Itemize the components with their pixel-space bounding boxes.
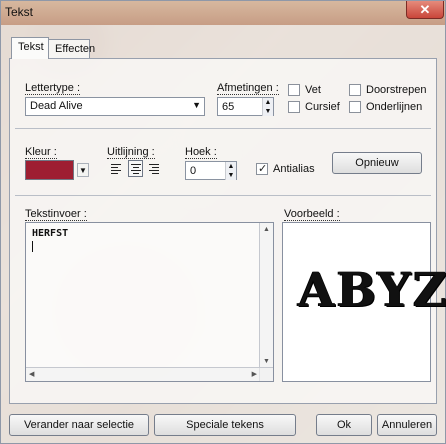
align-right-button[interactable] [147,160,162,177]
angle-value: 0 [190,165,197,177]
align-center-button[interactable] [128,160,143,177]
color-swatch[interactable] [25,160,74,180]
titlebar: Tekst ✕ [1,1,445,25]
tab-tekst[interactable]: Tekst [11,37,49,59]
scroll-left-icon[interactable]: ◀ [29,370,34,378]
text-cursor [32,241,33,252]
strikethrough-label: Doorstrepen [366,84,427,96]
align-line-icon [111,163,121,165]
divider [15,128,431,129]
underline-checkbox[interactable] [349,101,361,113]
antialias-label: Antialias [273,163,315,175]
align-line-icon [133,172,139,174]
bold-label: Vet [305,84,321,96]
spin-up-icon[interactable]: ▲ [262,98,273,107]
align-line-icon [131,169,141,171]
special-characters-button[interactable]: Speciale tekens [154,414,296,436]
font-label: Lettertype : [25,82,81,95]
align-line-icon [111,166,118,168]
divider [15,195,431,196]
preview-box: ABYZ [282,222,446,382]
scroll-right-icon[interactable]: ▶ [252,370,257,378]
convert-to-selection-button[interactable]: Verander naar selectie [9,414,149,436]
size-value: 65 [222,101,235,113]
font-value: Dead Alive [30,100,83,112]
chevron-down-icon[interactable]: ▼ [192,100,201,110]
reset-button[interactable]: Opnieuw [332,152,422,174]
font-select[interactable]: Dead Alive ▼ [25,97,205,116]
align-line-icon [149,163,159,165]
preview-label: Voorbeeld : [284,208,340,221]
horizontal-scrollbar[interactable]: ◀ ▶ [26,367,273,381]
align-line-icon [133,166,139,168]
color-label: Kleur : [25,146,57,159]
angle-spinner[interactable]: 0 ▲ ▼ [185,161,237,180]
align-left-button[interactable] [109,160,124,177]
bold-checkbox[interactable] [288,84,300,96]
strikethrough-checkbox[interactable] [349,84,361,96]
align-line-icon [131,163,141,165]
text-input-value: HERFST [32,228,69,239]
close-button[interactable]: ✕ [406,1,444,19]
text-input-area[interactable]: HERFST ▲ ▼ ◀ ▶ [25,222,274,382]
vertical-scrollbar[interactable]: ▲ ▼ [259,223,273,381]
spin-down-icon[interactable]: ▼ [262,107,273,116]
spin-up-icon[interactable]: ▲ [225,162,236,171]
align-line-icon [152,166,159,168]
spin-down-icon[interactable]: ▼ [225,171,236,180]
italic-checkbox[interactable] [288,101,300,113]
preview-text: ABYZ [298,263,446,318]
align-line-icon [149,169,159,171]
ok-button[interactable]: Ok [316,414,372,436]
scroll-up-icon[interactable]: ▲ [263,226,270,233]
window-title: Tekst [5,5,34,19]
angle-label: Hoek : [185,146,217,159]
text-dialog: Tekst ✕ Tekst Effecten Lettertype : Dead… [0,0,446,444]
align-line-icon [111,172,118,174]
color-dropdown-icon[interactable]: ▼ [77,163,89,177]
cancel-button[interactable]: Annuleren [377,414,437,436]
scroll-down-icon[interactable]: ▼ [263,358,270,365]
antialias-checkbox[interactable] [256,162,268,175]
underline-label: Onderlijnen [366,101,423,113]
align-line-icon [111,169,121,171]
align-line-icon [152,172,159,174]
tab-effecten[interactable]: Effecten [48,39,95,59]
text-input-label: Tekstinvoer : [25,208,87,221]
alignment-label: Uitlijning : [107,146,155,159]
size-label: Afmetingen : [217,82,279,95]
size-spinner[interactable]: 65 ▲ ▼ [217,97,274,116]
italic-label: Cursief [305,101,340,113]
